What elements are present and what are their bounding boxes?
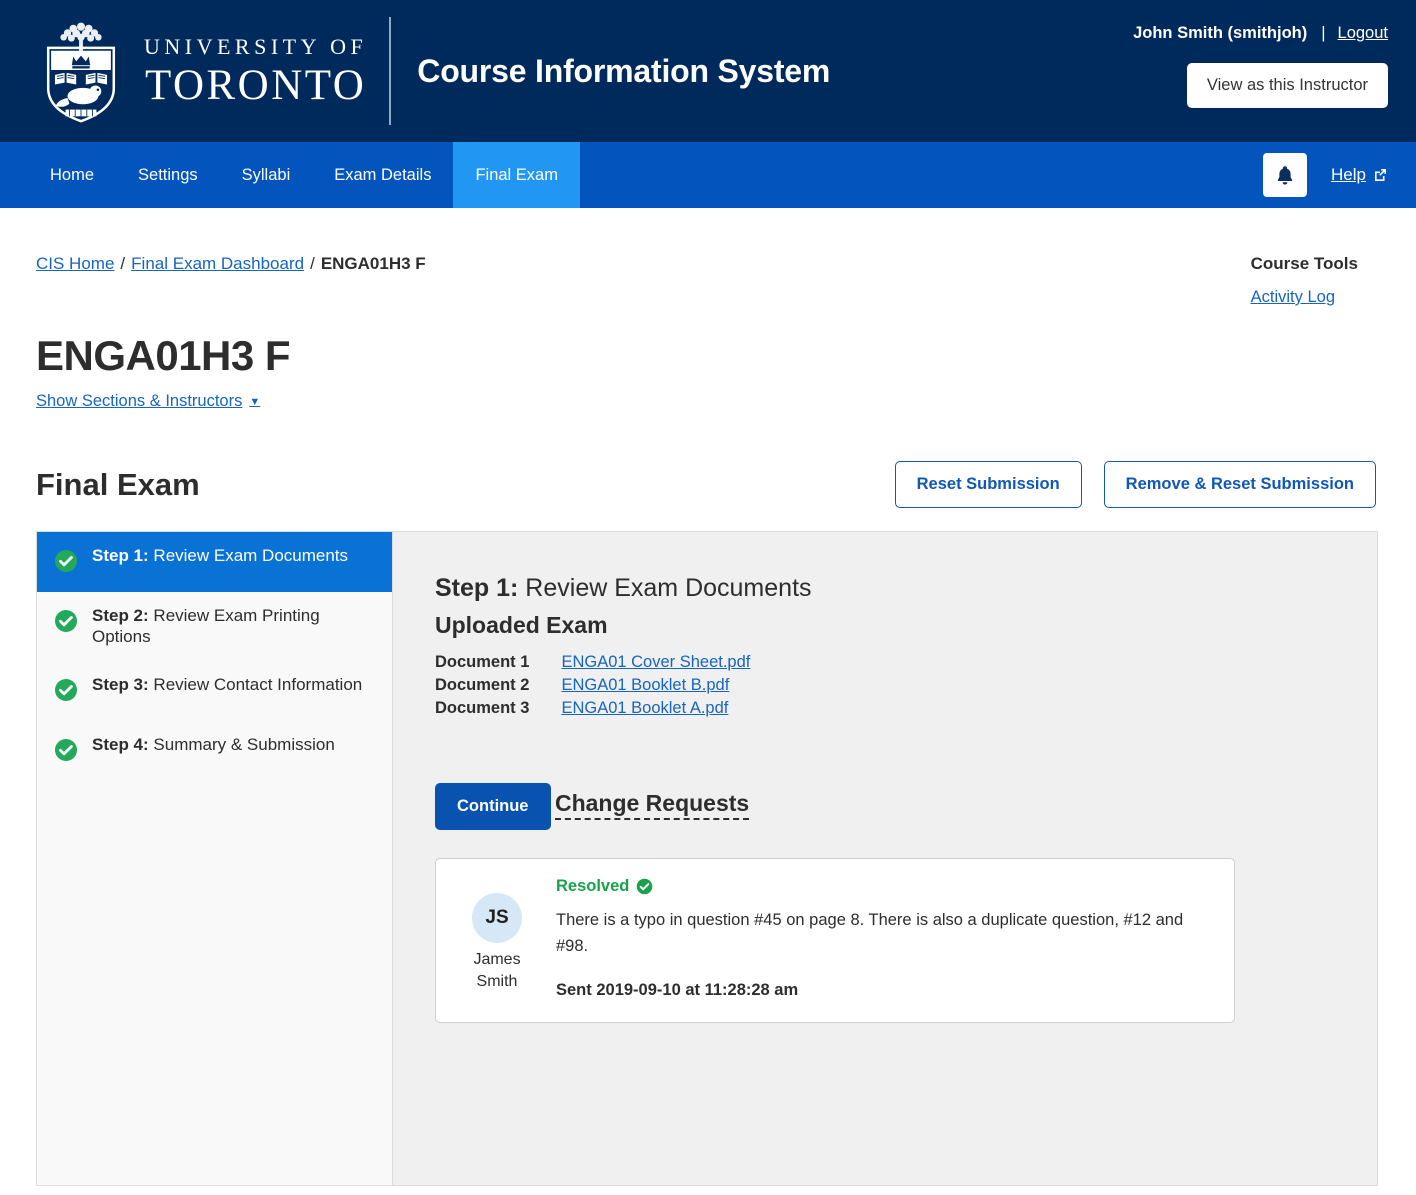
uoft-wordmark-line2: TORONTO: [144, 61, 367, 109]
nav-right-group: Help: [1263, 142, 1388, 208]
nav-item-final-exam[interactable]: Final Exam: [453, 142, 580, 208]
wizard-step-3-label: Step 3: Review Contact Information: [92, 675, 362, 696]
change-request-sent-timestamp: Sent 2019-09-10 at 11:28:28 am: [556, 981, 799, 1000]
remove-and-reset-submission-button[interactable]: Remove & Reset Submission: [1103, 461, 1376, 508]
wizard-step-2-label: Step 2: Review Exam Printing Options: [92, 606, 376, 647]
status-badge: Resolved: [556, 877, 1214, 896]
breadcrumb: CIS Home / Final Exam Dashboard / ENGA01H3 F: [36, 254, 426, 274]
table-row: Document 1 ENGA01 Cover Sheet.pdf: [435, 651, 750, 674]
course-tools: Course Tools Activity Log: [1251, 254, 1380, 307]
wizard-step-4-name: Summary & Submission: [148, 735, 335, 755]
change-requests-heading: Change Requests: [554, 790, 750, 820]
wizard-step-4[interactable]: Step 4: Summary & Submission: [37, 721, 392, 781]
notifications-button[interactable]: [1263, 153, 1308, 197]
wizard-step-3-name: Review Contact Information: [148, 675, 363, 695]
app-title: Course Information System: [417, 53, 831, 89]
help-label: Help: [1331, 165, 1366, 184]
document-1-label: Document 1: [435, 653, 530, 671]
final-exam-section-header: Final Exam Reset Submission Remove & Res…: [36, 461, 1380, 508]
wizard-step-1-name: Review Exam Documents: [148, 546, 349, 565]
continue-button[interactable]: Continue: [435, 783, 551, 830]
status-label: Resolved: [556, 877, 630, 895]
chevron-down-icon: ▼: [249, 395, 261, 408]
top-header: UNIVERSITY OF TORONTO Course Information…: [0, 0, 1416, 142]
document-2-label: Document 2: [435, 676, 530, 694]
table-row: Document 2 ENGA01 Booklet B.pdf: [435, 674, 750, 697]
document-2-link[interactable]: ENGA01 Booklet B.pdf: [561, 676, 729, 694]
breadcrumb-separator: /: [120, 254, 126, 273]
wizard-step-2[interactable]: Step 2: Review Exam Printing Options: [37, 592, 392, 661]
bell-icon: [1277, 165, 1293, 185]
breadcrumb-item-current: ENGA01H3 F: [320, 254, 426, 273]
uoft-wordmark-line1: UNIVERSITY OF: [144, 33, 368, 59]
table-row: Document 3 ENGA01 Booklet A.pdf: [435, 697, 750, 720]
check-circle-icon: [54, 678, 78, 707]
breadcrumb-item-final-exam-dashboard[interactable]: Final Exam Dashboard: [131, 254, 304, 273]
document-3-label: Document 3: [435, 699, 530, 717]
document-3-link[interactable]: ENGA01 Booklet A.pdf: [561, 699, 728, 717]
logout-link[interactable]: Logout: [1338, 24, 1388, 42]
nav-item-settings[interactable]: Settings: [116, 142, 220, 208]
uploaded-documents-table: Document 1 ENGA01 Cover Sheet.pdf Docume…: [435, 651, 750, 720]
show-sections-label: Show Sections & Instructors: [36, 392, 243, 410]
document-1-link[interactable]: ENGA01 Cover Sheet.pdf: [561, 653, 750, 671]
wizard-step-3[interactable]: Step 3: Review Contact Information: [37, 661, 392, 721]
user-line: John Smith (smithjoh) | Logout: [1133, 24, 1388, 43]
check-circle-icon: [54, 609, 78, 638]
nav-item-syllabi[interactable]: Syllabi: [220, 142, 313, 208]
header-user-area: John Smith (smithjoh) | Logout View as thi…: [1133, 24, 1388, 108]
brand-lockup: UNIVERSITY OF TORONTO: [0, 0, 367, 142]
wizard-steps-list: Step 1: Review Exam Documents Step 2: Re…: [37, 532, 393, 1185]
uoft-wordmark: UNIVERSITY OF TORONTO: [144, 33, 368, 109]
panel-step-heading: Step 1: Review Exam Documents: [435, 574, 1377, 603]
help-link[interactable]: Help: [1331, 165, 1388, 185]
section-title: Final Exam: [36, 466, 200, 502]
course-tools-title: Course Tools: [1250, 254, 1358, 273]
check-circle-icon: [54, 738, 78, 767]
section-actions: Reset Submission Remove & Reset Submissi…: [894, 461, 1380, 508]
view-as-instructor-button[interactable]: View as this Instructor: [1186, 63, 1388, 108]
check-circle-icon: [637, 878, 653, 895]
panel-step-num: Step 1:: [435, 574, 519, 602]
exam-wizard: Step 1: Review Exam Documents Step 2: Re…: [36, 531, 1378, 1186]
author-first-name: James: [473, 951, 521, 968]
page-content: CIS Home / Final Exam Dashboard / ENGA01H3 F…: [0, 208, 1416, 1186]
wizard-step-2-num: Step 2:: [92, 606, 149, 625]
wizard-step-4-num: Step 4:: [92, 735, 149, 755]
check-circle-icon: [54, 549, 78, 578]
nav-item-home[interactable]: Home: [28, 142, 116, 208]
user-separator: |: [1321, 24, 1326, 42]
wizard-panel: Step 1: Review Exam Documents Uploaded E…: [393, 532, 1377, 1185]
wizard-step-1[interactable]: Step 1: Review Exam Documents: [37, 532, 392, 592]
wizard-step-1-label: Step 1: Review Exam Documents: [92, 546, 348, 567]
uploaded-exam-heading: Uploaded Exam: [435, 612, 608, 638]
panel-step-name: Review Exam Documents: [518, 574, 812, 602]
nav-items: Home Settings Syllabi Exam Details Final…: [0, 142, 580, 208]
external-link-icon: [1375, 169, 1386, 181]
university-of-toronto-crest-icon: [46, 22, 116, 123]
change-request-body: Resolved There is a typo in question #45…: [556, 875, 1214, 1000]
change-request-card: JS James Smith Resolved There is a typo …: [435, 858, 1235, 1024]
wizard-step-4-label: Step 4: Summary & Submission: [92, 735, 335, 756]
user-name: John Smith (smithjoh): [1133, 24, 1308, 42]
main-navigation: Home Settings Syllabi Exam Details Final…: [0, 142, 1416, 208]
avatar: JS: [472, 893, 522, 943]
breadcrumb-item-cis-home[interactable]: CIS Home: [36, 254, 114, 273]
brand-divider: [389, 17, 392, 125]
reset-submission-button[interactable]: Reset Submission: [894, 461, 1082, 508]
course-tools-link-activity-log[interactable]: Activity Log: [1251, 288, 1358, 307]
page-title: ENGA01H3 F: [36, 332, 291, 379]
wizard-step-1-num: Step 1:: [92, 546, 149, 565]
breadcrumb-row: CIS Home / Final Exam Dashboard / ENGA01H3 F…: [36, 208, 1380, 307]
change-request-message: There is a typo in question #45 on page …: [556, 911, 1184, 955]
show-sections-instructors-toggle[interactable]: Show Sections & Instructors ▼: [36, 392, 260, 411]
nav-item-exam-details[interactable]: Exam Details: [312, 142, 453, 208]
breadcrumb-separator-2: /: [310, 254, 315, 273]
wizard-step-3-num: Step 3:: [92, 675, 149, 695]
change-request-author: JS James Smith: [458, 875, 536, 1000]
author-last-name: Smith: [476, 972, 518, 990]
